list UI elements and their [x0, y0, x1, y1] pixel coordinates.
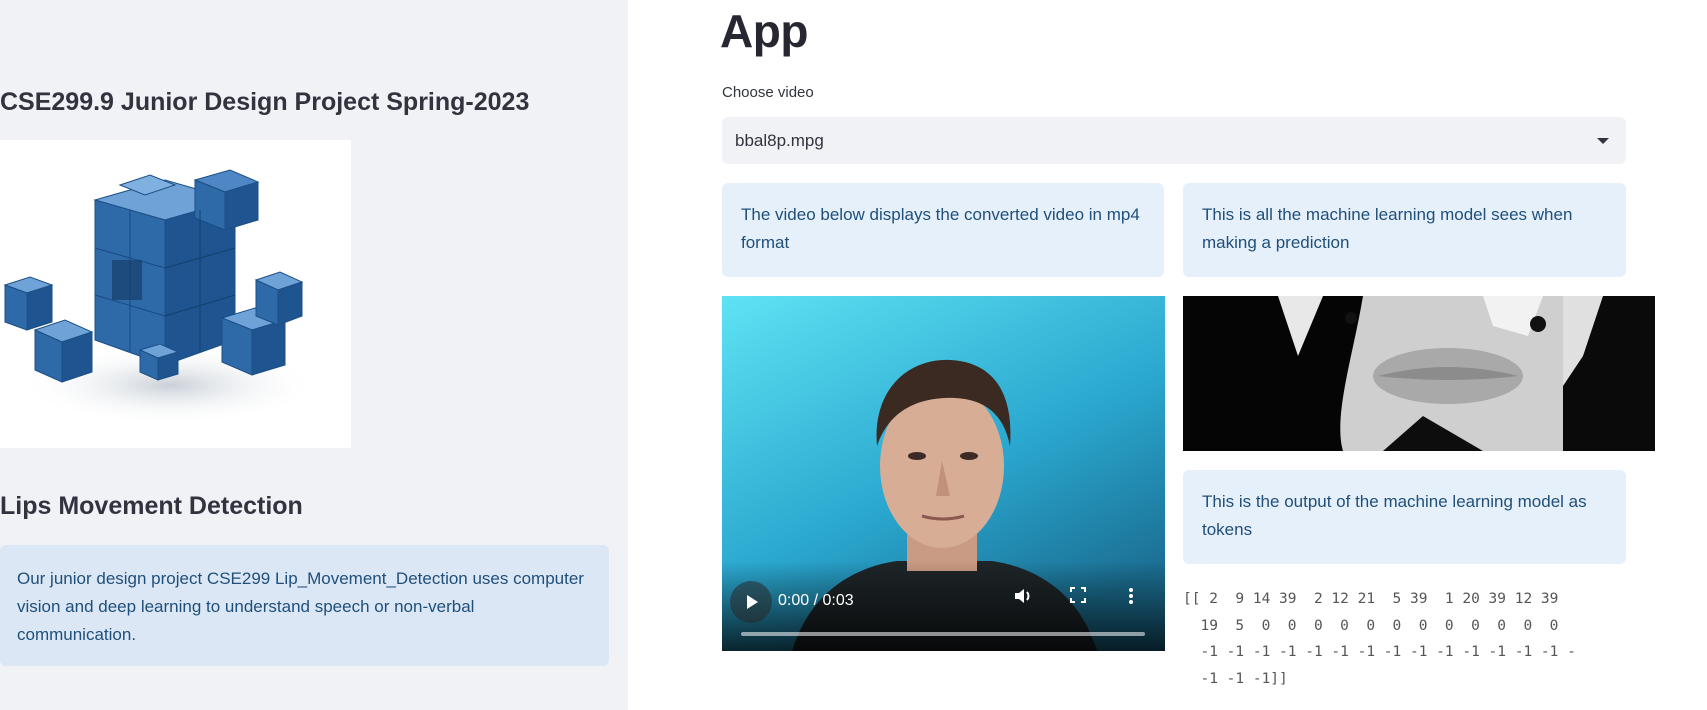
selected-video-value: bbal8p.mpg: [735, 130, 824, 150]
page-title: App: [720, 5, 808, 57]
play-button[interactable]: [730, 581, 772, 623]
info-video-box: The video below displays the converted v…: [722, 183, 1164, 277]
video-controls: 0:00 / 0:03: [722, 561, 1165, 651]
fullscreen-button[interactable]: [1070, 587, 1098, 615]
video-progress-bar[interactable]: [741, 632, 1145, 636]
volume-icon: [1015, 589, 1030, 603]
sidebar-heading: Lips Movement Detection: [0, 492, 303, 520]
video-player[interactable]: 0:00 / 0:03: [722, 296, 1165, 651]
video-time: 0:00 / 0:03: [778, 592, 854, 609]
video-select[interactable]: bbal8p.mpg: [722, 117, 1626, 164]
blue-cubes-logo: [0, 140, 351, 448]
model-input-frame: [1183, 296, 1655, 451]
more-options-button[interactable]: [1128, 587, 1156, 615]
chevron-down-icon: [1597, 137, 1609, 144]
info-tokens-box: This is the output of the machine learni…: [1183, 470, 1626, 564]
volume-button[interactable]: [1013, 587, 1041, 615]
choose-video-label: Choose video: [722, 84, 814, 101]
play-icon: [747, 595, 758, 609]
sidebar: CSE299.9 Junior Design Project Spring-20…: [0, 0, 628, 710]
info-model-sees-box: This is all the machine learning model s…: [1183, 183, 1626, 277]
sidebar-info-box: Our junior design project CSE299 Lip_Mov…: [0, 545, 609, 666]
tokens-output: [[ 2 9 14 39 2 12 21 5 39 1 20 39 12 39 …: [1183, 591, 1576, 687]
sidebar-title: CSE299.9 Junior Design Project Spring-20…: [0, 88, 530, 116]
more-options-icon: [1129, 588, 1133, 604]
fullscreen-icon: [1070, 587, 1086, 603]
